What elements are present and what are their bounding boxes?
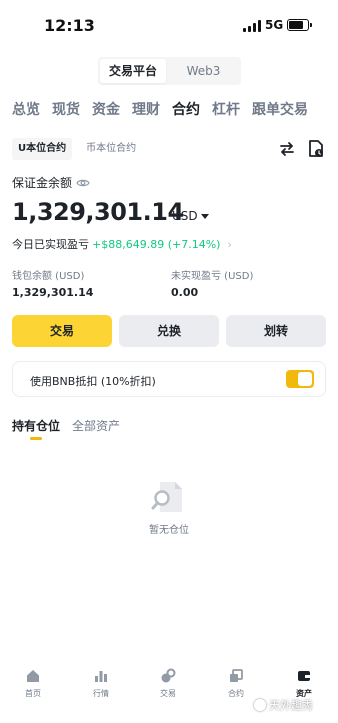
wallet-balance-value: 1,329,301.14 (12, 286, 94, 299)
signal-icon (243, 20, 261, 32)
tab-spot[interactable]: 现货 (52, 99, 80, 121)
bottom-nav: 首页 行情 交易 合约 资产 (0, 668, 338, 723)
toggle-knob (298, 372, 312, 386)
eye-icon[interactable] (76, 178, 90, 188)
margin-balance-text: 保证金余额 (12, 176, 73, 190)
today-pnl-value: +$88,649.89 (+7.14%) (92, 237, 221, 251)
empty-doc-search-icon (151, 482, 182, 512)
tab-all-assets[interactable]: 全部资产 (72, 417, 120, 443)
tab-exchange-platform[interactable]: 交易平台 (100, 59, 166, 83)
platform-switch: 交易平台 Web3 (98, 57, 241, 85)
tab-coinm-futures[interactable]: 币本位合约 (80, 138, 142, 160)
tab-funding[interactable]: 资金 (92, 99, 120, 121)
nav-market-label: 行情 (93, 689, 109, 698)
unrealized-pnl-label: 未实现盈亏 (USD) (171, 271, 254, 282)
watermark-logo-icon (254, 699, 266, 711)
futures-type-tabs: U本位合约 币本位合约 (12, 138, 142, 160)
nav-futures[interactable]: 合约 (208, 668, 264, 699)
tab-margin[interactable]: 杠杆 (212, 99, 240, 121)
nav-assets[interactable]: 资产 (276, 668, 332, 699)
bnb-discount-label: 使用BNB抵扣 (10%折扣) (30, 375, 156, 388)
tab-usdm-futures[interactable]: U本位合约 (12, 138, 73, 160)
watermark: 天外趣秀 (254, 697, 313, 713)
tab-copy-trading[interactable]: 跟单交易 (252, 99, 308, 121)
unrealized-pnl-value: 0.00 (171, 286, 199, 299)
position-tabs: 持有仓位 全部资产 (12, 417, 120, 443)
tab-web3[interactable]: Web3 (168, 59, 239, 83)
caret-down-icon (200, 213, 209, 219)
tab-open-positions[interactable]: 持有仓位 (12, 417, 60, 443)
status-bar: 12:13 5G (0, 0, 338, 50)
home-icon (27, 670, 39, 682)
network-type: 5G (265, 18, 284, 32)
tab-overview[interactable]: 总览 (12, 99, 40, 121)
trade-button[interactable]: 交易 (12, 315, 112, 347)
margin-balance-value: 1,329,301.14 (12, 198, 184, 226)
today-pnl-row[interactable]: 今日已实现盈亏 +$88,649.89 (+7.14%) › (12, 236, 232, 252)
margin-balance-label: 保证金余额 (12, 174, 90, 191)
history-doc-icon[interactable] (308, 140, 324, 158)
wallet-icon (298, 671, 310, 681)
tab-futures[interactable]: 合约 (172, 99, 200, 121)
chevron-right-icon: › (227, 237, 232, 251)
currency-label: USD (172, 209, 198, 223)
trade-icon (161, 668, 176, 683)
bnb-discount-card: 使用BNB抵扣 (10%折扣) (12, 361, 326, 397)
nav-market[interactable]: 行情 (73, 668, 129, 699)
watermark-text: 天外趣秀 (269, 699, 313, 712)
nav-trade[interactable]: 交易 (140, 668, 196, 699)
nav-home[interactable]: 首页 (5, 668, 61, 699)
wallet-balance-label: 钱包余额 (USD) (12, 271, 85, 282)
nav-trade-label: 交易 (160, 689, 176, 698)
nav-home-label: 首页 (25, 689, 41, 698)
battery-icon (287, 19, 312, 31)
asset-nav-tabs: 总览 现货 资金 理财 合约 杠杆 跟单交易 (12, 99, 332, 121)
empty-state-text: 暂无仓位 (149, 525, 189, 536)
swap-icon[interactable] (279, 141, 295, 157)
market-chart-icon (95, 671, 107, 682)
futures-icon (230, 669, 243, 682)
currency-selector[interactable]: USD (172, 209, 209, 223)
exchange-button[interactable]: 兑换 (119, 315, 219, 347)
today-pnl-label: 今日已实现盈亏 (12, 238, 89, 251)
status-time: 12:13 (44, 16, 95, 35)
tab-earn[interactable]: 理财 (132, 99, 160, 121)
transfer-button[interactable]: 划转 (226, 315, 326, 347)
bnb-discount-toggle[interactable] (286, 370, 314, 388)
